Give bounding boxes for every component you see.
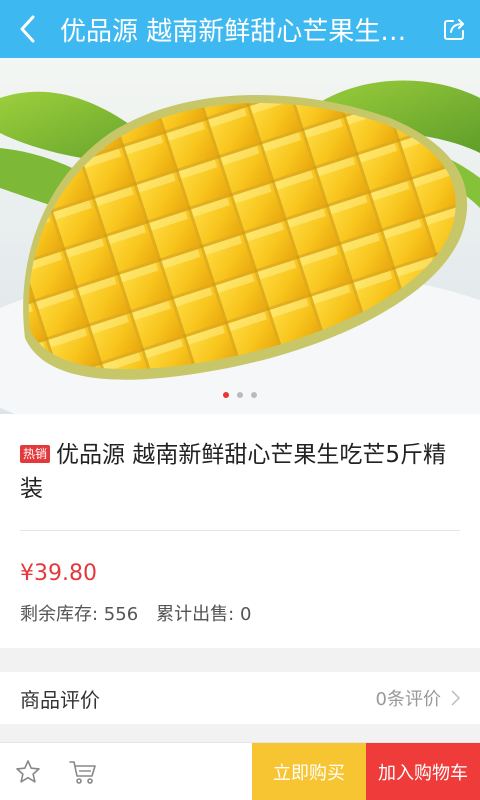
product-info-card: 热销 优品源 越南新鲜甜心芒果生吃芒5斤精装 ¥39.80 剩余库存: 556 累计… (0, 414, 480, 648)
carousel-dot[interactable] (237, 392, 243, 398)
divider (20, 530, 460, 531)
share-button[interactable] (430, 0, 480, 58)
add-to-cart-button[interactable]: 加入购物车 (366, 743, 480, 800)
product-price: ¥39.80 (20, 561, 97, 586)
hot-sale-badge: 热销 (20, 445, 51, 463)
carousel-dot[interactable] (251, 392, 257, 398)
mango-product-image (0, 58, 480, 414)
remaining-stock: 剩余库存: 556 (20, 604, 139, 625)
carousel-indicators (0, 392, 480, 398)
product-detail-screen: 优品源 越南新鲜甜心芒果生吃芒5斤精装 (0, 0, 480, 800)
reviews-label: 商品评价 (20, 687, 100, 712)
reviews-count: 0条评价 (375, 689, 441, 710)
page-title: 优品源 越南新鲜甜心芒果生吃芒5斤精装 (60, 16, 430, 47)
cart-icon (68, 761, 96, 784)
star-icon (15, 760, 40, 783)
product-name-text: 优品源 越南新鲜甜心芒果生吃芒5斤精装 (20, 442, 446, 502)
product-name: 热销 优品源 越南新鲜甜心芒果生吃芒5斤精装 (20, 414, 460, 506)
product-image-carousel[interactable] (0, 58, 480, 414)
cart-shortcut-button[interactable] (55, 743, 110, 800)
top-bar: 优品源 越南新鲜甜心芒果生吃芒5斤精装 (0, 0, 480, 58)
favorite-button[interactable] (0, 743, 55, 800)
reviews-row[interactable]: 商品评价 0条评价 (0, 672, 480, 724)
bottom-action-bar: 立即购买 加入购物车 (0, 742, 480, 800)
chevron-right-icon (451, 690, 460, 706)
stock-info: 剩余库存: 556 累计出售: 0 (20, 600, 460, 626)
chevron-left-icon (20, 15, 35, 43)
buy-now-button[interactable]: 立即购买 (252, 743, 366, 800)
carousel-dot[interactable] (223, 392, 229, 398)
share-icon (444, 19, 464, 40)
back-button[interactable] (0, 0, 56, 58)
total-sold: 累计出售: 0 (156, 604, 252, 625)
